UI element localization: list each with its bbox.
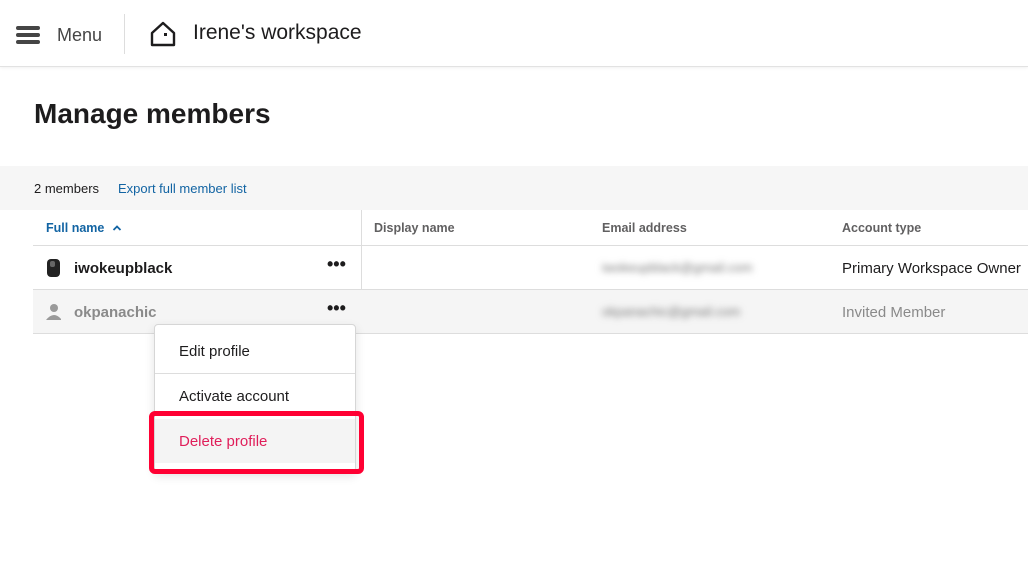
member-email: okpanachic@gmail.com: [602, 304, 741, 319]
menu-item-label: Delete profile: [179, 433, 268, 450]
menu-item-label: Edit profile: [179, 343, 250, 360]
column-header-account-type[interactable]: Account type: [842, 221, 921, 235]
hamburger-icon: [16, 26, 40, 44]
workspace-title: Irene's workspace: [193, 21, 362, 44]
column-header-full-name[interactable]: Full name: [46, 221, 122, 235]
member-full-name: iwokeupblack: [74, 260, 173, 277]
column-label-full-name: Full name: [46, 221, 105, 235]
column-header-display-name[interactable]: Display name: [374, 221, 455, 235]
column-header-email[interactable]: Email address: [602, 221, 687, 235]
user-avatar-icon: [47, 259, 60, 277]
more-options-icon[interactable]: •••: [327, 254, 346, 275]
sort-ascending-icon: [112, 225, 121, 231]
menu-item-activate-account[interactable]: Activate account: [155, 374, 355, 418]
member-summary-bar: 2 members Export full member list: [0, 166, 1028, 210]
menu-button[interactable]: Menu: [16, 18, 102, 52]
header-divider: [124, 14, 125, 54]
table-header: Full name Display name Email address Acc…: [33, 210, 1028, 246]
menu-item-label: Activate account: [179, 388, 290, 405]
member-account-type: Primary Workspace Owner: [842, 260, 1021, 277]
members-table: Full name Display name Email address Acc…: [33, 210, 1028, 334]
top-bar: Menu Irene's workspace: [0, 0, 1028, 67]
home-icon: [150, 21, 176, 47]
member-account-type: Invited Member: [842, 304, 946, 321]
export-member-list-link[interactable]: Export full member list: [118, 181, 247, 196]
menu-item-delete-profile[interactable]: Delete profile: [155, 419, 355, 463]
member-email: iwokeupblack@gmail.com: [602, 260, 753, 275]
user-avatar-icon: [46, 304, 61, 320]
table-row[interactable]: iwokeupblack ••• iwokeupblack@gmail.com …: [33, 246, 1028, 290]
menu-item-edit-profile[interactable]: Edit profile: [155, 329, 355, 374]
more-options-icon[interactable]: •••: [327, 298, 346, 319]
member-full-name: okpanachic: [74, 304, 157, 321]
page-title: Manage members: [34, 98, 271, 129]
member-context-menu: Edit profile Activate account Delete pro…: [154, 324, 356, 472]
member-count: 2 members: [34, 181, 100, 196]
menu-label: Menu: [57, 24, 103, 45]
